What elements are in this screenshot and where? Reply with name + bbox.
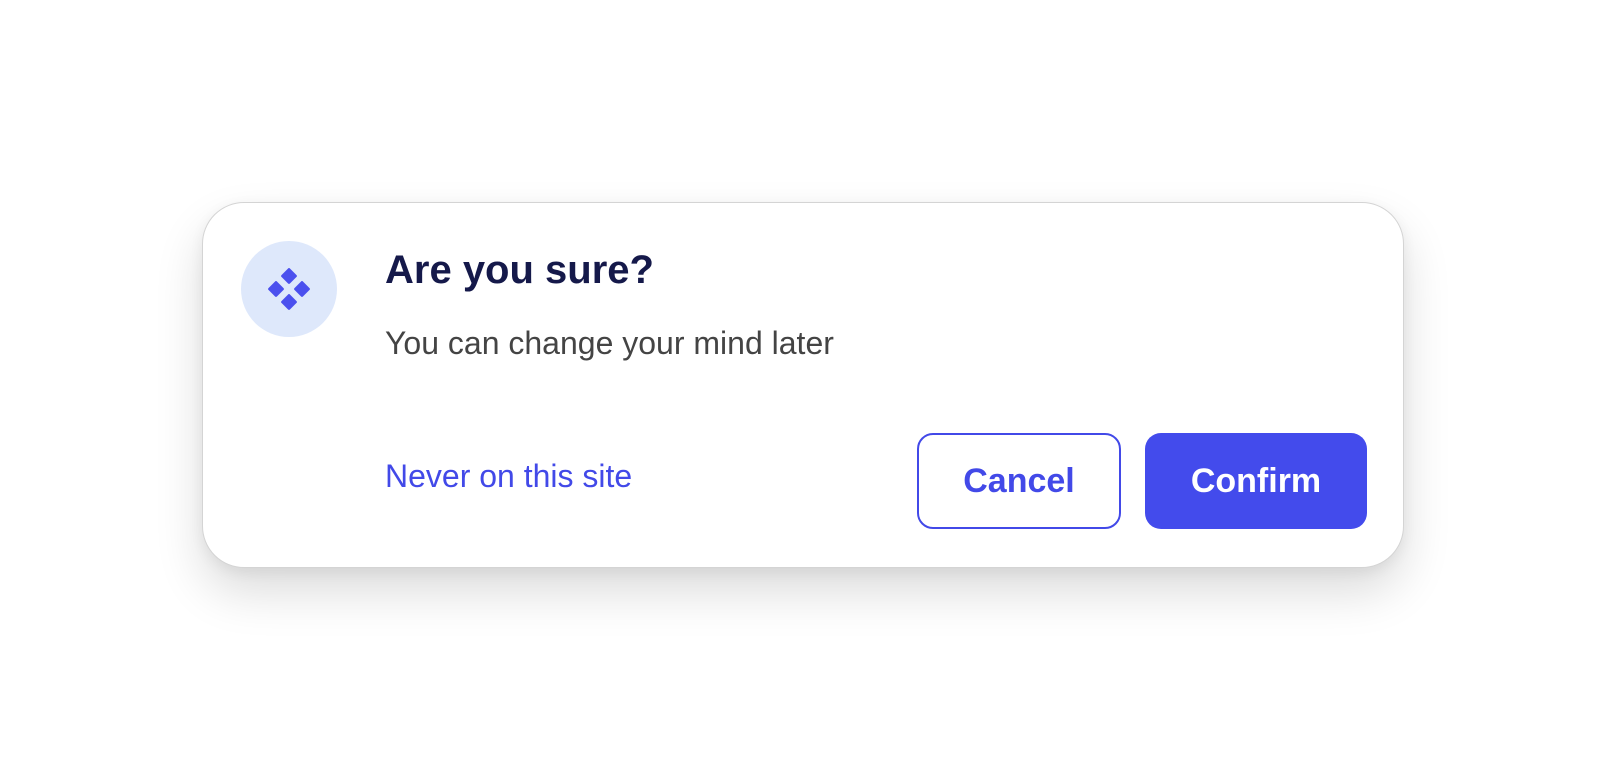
confirm-button[interactable]: Confirm [1145, 433, 1367, 529]
icon-badge [241, 241, 337, 337]
dialog-title: Are you sure? [385, 248, 654, 292]
diamond-grid-icon [268, 268, 310, 310]
cancel-button[interactable]: Cancel [917, 433, 1121, 529]
dialog-message: You can change your mind later [385, 325, 834, 361]
confirm-dialog: Are you sure? You can change your mind l… [202, 202, 1404, 568]
never-on-this-site-link[interactable]: Never on this site [385, 454, 632, 498]
